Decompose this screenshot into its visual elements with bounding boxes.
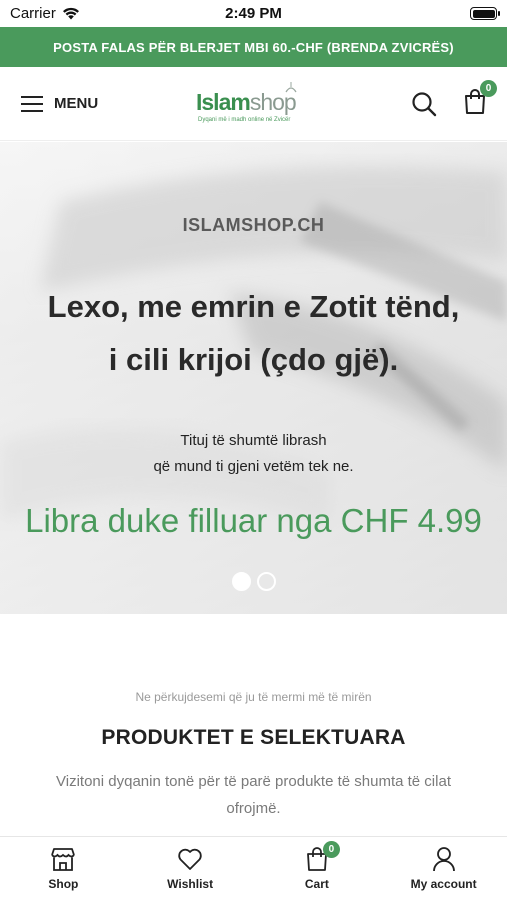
free-shipping-text: POSTA FALAS PËR BLERJET MBI 60.-CHF (BRE… (53, 39, 454, 55)
hero-subtitle: Tituj të shumtë librash që mund ti gjeni… (0, 428, 507, 480)
storefront-icon (51, 848, 76, 871)
hero-slider[interactable]: ISLAMSHOP.CH Lexo, me emrin e Zotit tënd… (0, 142, 507, 614)
hamburger-icon (21, 95, 43, 112)
hero-title: Lexo, me emrin e Zotit tënd, i cili krij… (0, 280, 507, 386)
heart-icon (178, 848, 202, 870)
bottom-tab-bar: Shop Wishlist 0 Cart My account (0, 836, 507, 900)
header-cart-button[interactable]: 0 (463, 80, 497, 119)
tab-cart[interactable]: 0 Cart (254, 837, 381, 900)
free-shipping-banner: POSTA FALAS PËR BLERJET MBI 60.-CHF (BRE… (0, 27, 507, 67)
menu-button[interactable]: MENU (20, 94, 98, 114)
hero-title-line-2: i cili krijoi (çdo gjë). (108, 342, 399, 377)
hero-subtitle-line-1: Tituj të shumtë librash (180, 432, 327, 449)
search-icon[interactable] (411, 91, 437, 117)
status-bar: Carrier 2:49 PM (0, 0, 507, 27)
app-screen: Carrier 2:49 PM POSTA FALAS PËR BLERJET … (0, 0, 507, 900)
hero-title-line-1: Lexo, me emrin e Zotit tënd, (47, 289, 460, 324)
slider-dot-2[interactable] (256, 572, 276, 591)
status-left: Carrier (10, 5, 80, 22)
hero-kicker: ISLAMSHOP.CH (182, 215, 325, 235)
slider-dot-1[interactable] (231, 572, 251, 591)
tab-my-account-label: My account (410, 877, 477, 891)
menu-label: MENU (54, 95, 99, 112)
featured-products-section: Ne përkujdesemi që ju të mermi më të mir… (0, 614, 507, 836)
wifi-icon (62, 7, 79, 20)
carrier-label: Carrier (10, 5, 56, 22)
battery-icon (470, 7, 500, 20)
header-actions: 0 (411, 80, 497, 119)
hero-subtitle-line-2: që mund ti gjeni vetëm tek ne. (153, 458, 354, 475)
islamshop-logo[interactable]: Islamshop Dyqani më i madh online në Zvi… (194, 80, 306, 130)
tab-my-account[interactable]: My account (380, 837, 507, 900)
header-cart-count-badge: 0 (480, 80, 497, 97)
tab-wishlist-label: Wishlist (167, 877, 214, 891)
section-title: PRODUKTET E SELEKTUARA (101, 726, 406, 749)
user-icon (432, 847, 455, 872)
tab-shop-label: Shop (48, 877, 79, 891)
tab-cart-count-badge: 0 (322, 841, 340, 858)
section-description: Vizitoni dyqanin tonë për të parë produk… (56, 773, 451, 817)
section-tagline: Ne përkujdesemi që ju të mermi më të mir… (135, 690, 372, 704)
hero-price-cta[interactable]: Libra duke filluar nga CHF 4.99 (0, 502, 507, 540)
svg-text:Dyqani më i madh online në Zvi: Dyqani më i madh online në Zvicër (198, 117, 290, 123)
tab-cart-label: Cart (304, 877, 329, 891)
svg-text:Islamshop: Islamshop (196, 89, 296, 115)
tab-shop[interactable]: Shop (0, 837, 127, 900)
tab-wishlist[interactable]: Wishlist (127, 837, 254, 900)
slider-dots (0, 572, 507, 591)
